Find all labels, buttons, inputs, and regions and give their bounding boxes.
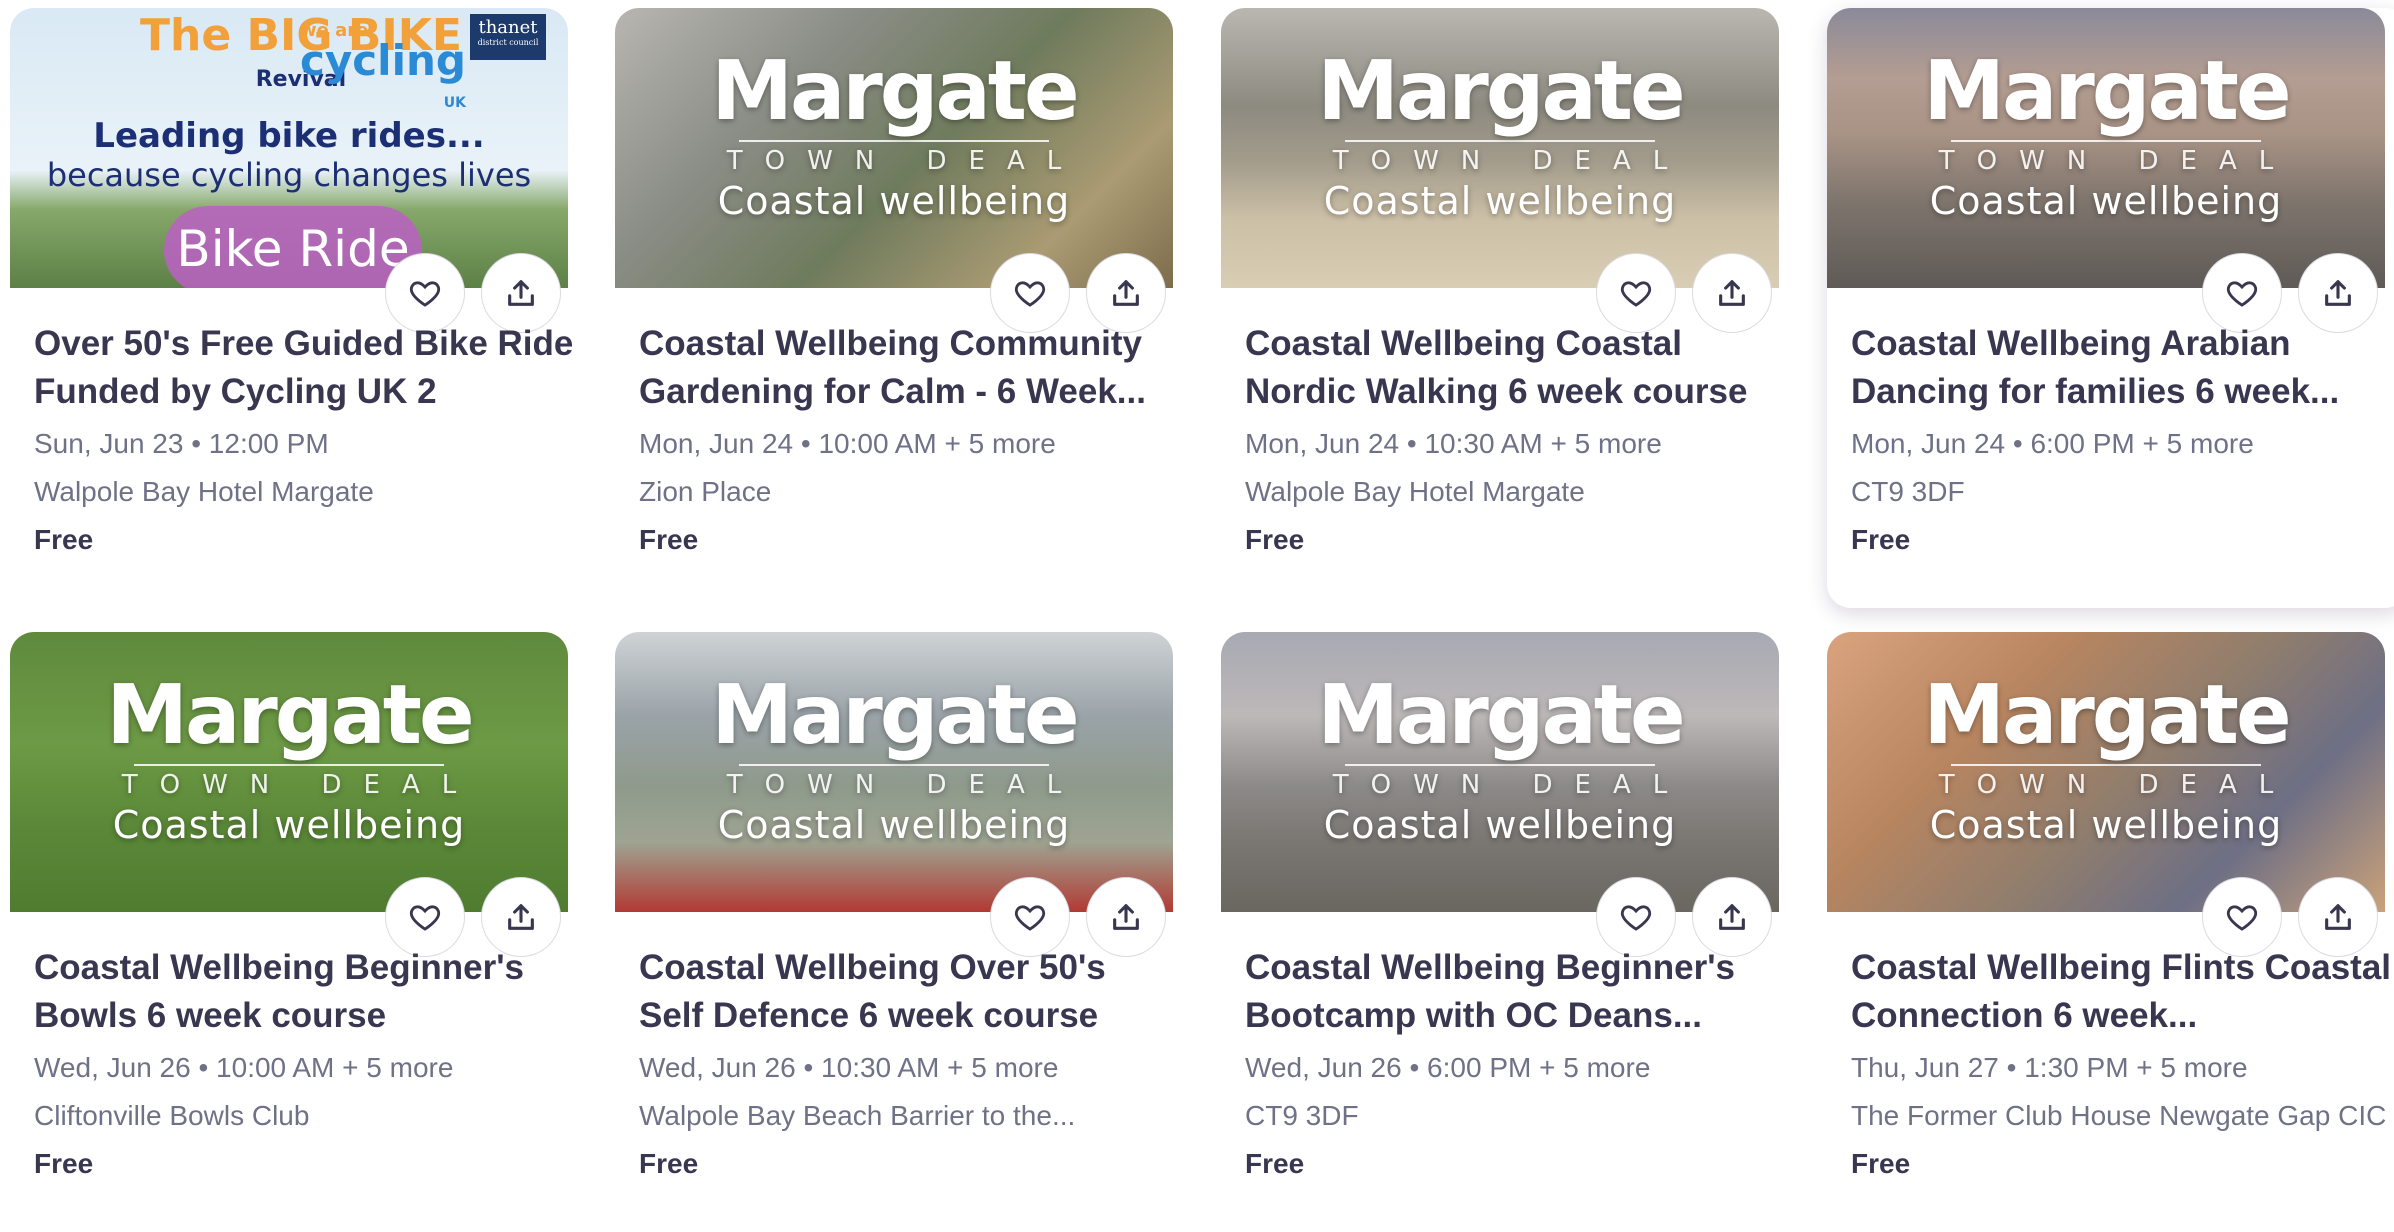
margate-town-deal-logo: Margate TOWN DEAL Coastal wellbeing (1317, 668, 1690, 848)
share-icon (1113, 280, 1139, 306)
event-title[interactable]: Coastal Wellbeing Community Gardening fo… (639, 320, 1179, 416)
event-card[interactable]: Margate TOWN DEAL Coastal wellbeing Coas… (10, 632, 592, 1232)
event-image[interactable]: Margate TOWN DEAL Coastal wellbeing (615, 8, 1173, 288)
margate-town-deal-logo: Margate TOWN DEAL Coastal wellbeing (711, 668, 1084, 848)
event-price: Free (34, 1148, 94, 1179)
event-date: Mon, Jun 24 • 10:00 AM + 5 more (639, 428, 1056, 459)
event-card[interactable]: Margate TOWN DEAL Coastal wellbeing Coas… (1221, 8, 1803, 608)
event-card[interactable]: Margate TOWN DEAL Coastal wellbeing Coas… (1221, 632, 1803, 1232)
heart-icon (1620, 905, 1652, 931)
event-title[interactable]: Coastal Wellbeing Over 50's Self Defence… (639, 944, 1179, 1040)
event-venue: Zion Place (639, 476, 772, 507)
event-price: Free (1245, 524, 1305, 555)
event-title[interactable]: Coastal Wellbeing Coastal Nordic Walking… (1245, 320, 1785, 416)
event-venue: Walpole Bay Hotel Margate (34, 476, 374, 507)
event-price: Free (34, 524, 94, 555)
event-venue: CT9 3DF (1245, 1100, 1359, 1131)
margate-town-deal-logo: Margate TOWN DEAL Coastal wellbeing (1923, 668, 2296, 848)
margate-town-deal-logo: Margate TOWN DEAL Coastal wellbeing (711, 44, 1084, 224)
promo-pill: Bike Ride (164, 206, 422, 288)
event-card[interactable]: Margate TOWN DEAL Coastal wellbeing Coas… (1827, 8, 2394, 608)
event-venue: Walpole Bay Beach Barrier to the... (639, 1100, 1076, 1131)
event-title[interactable]: Coastal Wellbeing Arabian Dancing for fa… (1851, 320, 2391, 416)
heart-icon (2226, 905, 2258, 931)
event-price: Free (639, 524, 699, 555)
share-icon (1719, 280, 1745, 306)
event-card[interactable]: Margate TOWN DEAL Coastal wellbeing Coas… (615, 8, 1197, 608)
event-card[interactable]: Margate TOWN DEAL Coastal wellbeing Coas… (615, 632, 1197, 1232)
thanet-council-logo: thanet district council (470, 14, 546, 60)
share-icon (1719, 904, 1745, 930)
event-card[interactable]: The BIG BIKE Revival we are cycling UK t… (10, 8, 592, 608)
event-venue: Cliftonville Bowls Club (34, 1100, 310, 1131)
event-venue: CT9 3DF (1851, 476, 1965, 507)
event-image[interactable]: Margate TOWN DEAL Coastal wellbeing (1221, 632, 1779, 912)
event-title[interactable]: Coastal Wellbeing Flints Coastal Connect… (1851, 944, 2391, 1040)
heart-icon (1014, 281, 1046, 307)
event-date: Wed, Jun 26 • 10:30 AM + 5 more (639, 1052, 1059, 1083)
heart-icon (2226, 281, 2258, 307)
event-price: Free (639, 1148, 699, 1179)
event-image[interactable]: Margate TOWN DEAL Coastal wellbeing (1827, 8, 2385, 288)
margate-town-deal-logo: Margate TOWN DEAL Coastal wellbeing (1317, 44, 1690, 224)
event-date: Wed, Jun 26 • 10:00 AM + 5 more (34, 1052, 454, 1083)
event-price: Free (1851, 1148, 1911, 1179)
event-image[interactable]: Margate TOWN DEAL Coastal wellbeing (615, 632, 1173, 912)
promo-subheading: because cycling changes lives (46, 156, 532, 194)
event-title[interactable]: Coastal Wellbeing Beginner's Bootcamp wi… (1245, 944, 1785, 1040)
event-date: Wed, Jun 26 • 6:00 PM + 5 more (1245, 1052, 1651, 1083)
share-icon (1113, 904, 1139, 930)
promo-heading: Leading bike rides... (93, 116, 485, 156)
margate-town-deal-logo: Margate TOWN DEAL Coastal wellbeing (106, 668, 479, 848)
event-date: Sun, Jun 23 • 12:00 PM (34, 428, 329, 459)
margate-town-deal-logo: Margate TOWN DEAL Coastal wellbeing (1923, 44, 2296, 224)
event-image[interactable]: Margate TOWN DEAL Coastal wellbeing (1827, 632, 2385, 912)
event-title[interactable]: Coastal Wellbeing Beginner's Bowls 6 wee… (34, 944, 574, 1040)
event-venue: The Former Club House Newgate Gap CIC (1851, 1100, 2387, 1131)
share-icon (2325, 280, 2351, 306)
event-image[interactable]: The BIG BIKE Revival we are cycling UK t… (10, 8, 568, 288)
cycling-uk-logo: we are cycling UK (300, 20, 466, 112)
share-icon (508, 280, 534, 306)
event-image[interactable]: Margate TOWN DEAL Coastal wellbeing (10, 632, 568, 912)
event-date: Mon, Jun 24 • 6:00 PM + 5 more (1851, 428, 2254, 459)
event-date: Thu, Jun 27 • 1:30 PM + 5 more (1851, 1052, 2248, 1083)
event-venue: Walpole Bay Hotel Margate (1245, 476, 1585, 507)
share-icon (2325, 904, 2351, 930)
heart-icon (409, 281, 441, 307)
event-title[interactable]: Over 50's Free Guided Bike Ride Funded b… (34, 320, 574, 416)
event-image[interactable]: Margate TOWN DEAL Coastal wellbeing (1221, 8, 1779, 288)
event-price: Free (1851, 524, 1911, 555)
event-date: Mon, Jun 24 • 10:30 AM + 5 more (1245, 428, 1662, 459)
share-icon (508, 904, 534, 930)
event-card[interactable]: Margate TOWN DEAL Coastal wellbeing Coas… (1827, 632, 2394, 1232)
heart-icon (1014, 905, 1046, 931)
heart-icon (1620, 281, 1652, 307)
event-price: Free (1245, 1148, 1305, 1179)
heart-icon (409, 905, 441, 931)
